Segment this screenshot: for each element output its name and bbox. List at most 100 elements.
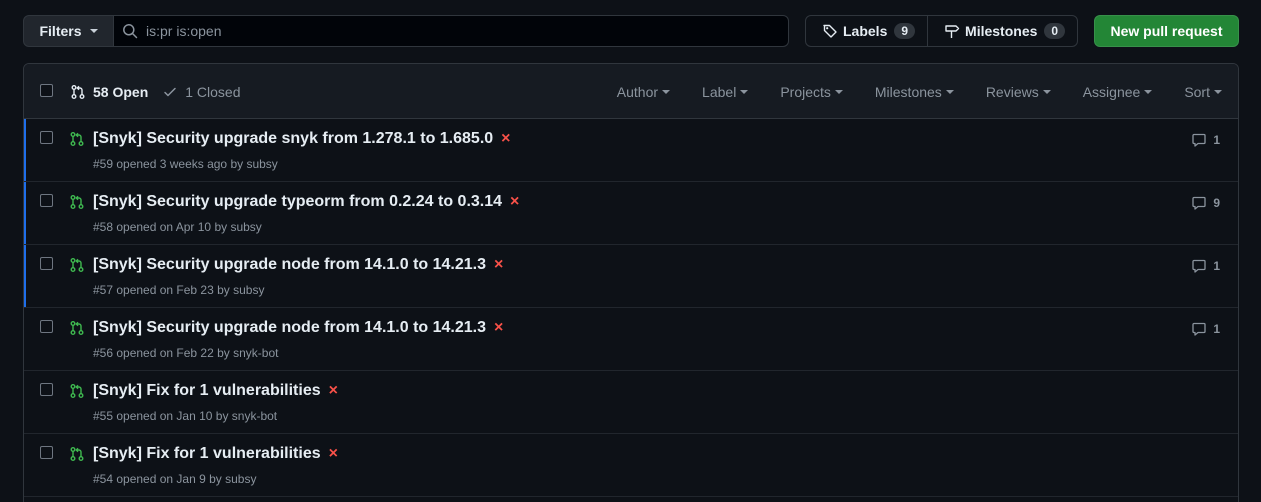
filter-menus: Author Label Projects Milestones Reviews… [601, 64, 1238, 119]
unread-indicator [24, 182, 26, 244]
select-all-checkbox[interactable] [40, 84, 53, 97]
search-input[interactable] [146, 23, 746, 39]
comment-count: 1 [1213, 322, 1220, 336]
comments-link[interactable]: 1 [1191, 132, 1220, 148]
row-checkbox[interactable] [40, 446, 53, 459]
labels-button-label: Labels [843, 23, 888, 39]
checks-failed-icon[interactable]: × [501, 130, 510, 148]
chevron-down-icon [740, 89, 749, 94]
pull-request-row: [Snyk] Security upgrade snyk from 1.278.… [24, 119, 1238, 182]
pull-request-open-icon [70, 132, 84, 146]
label-menu-label: Label [702, 83, 737, 100]
sort-menu-label: Sort [1184, 83, 1210, 100]
checks-failed-icon[interactable]: × [329, 445, 338, 463]
pr-status-icon [69, 320, 85, 339]
pr-title: [Snyk] Security upgrade snyk from 1.278.… [93, 130, 494, 147]
comment-count: 1 [1213, 133, 1220, 147]
chevron-down-icon [1144, 89, 1153, 94]
row-checkbox[interactable] [40, 383, 53, 396]
pr-status-icon [69, 131, 85, 150]
list-header: 58 Open 1 Closed Author Label Projects M… [24, 64, 1238, 119]
comments-link[interactable]: 1 [1191, 258, 1220, 274]
filters-button-label: Filters [39, 23, 82, 39]
comment-icon [1192, 322, 1206, 336]
pull-request-open-icon [70, 195, 84, 209]
pr-title-link[interactable]: [Snyk] Security upgrade node from 14.1.0… [93, 319, 503, 337]
row-checkbox[interactable] [40, 131, 53, 144]
pull-request-open-icon [70, 258, 84, 272]
comment-count: 9 [1213, 196, 1220, 210]
pr-status-icon [69, 446, 85, 465]
pr-meta: #56 opened on Feb 22 by snyk-bot [93, 346, 279, 360]
chevron-down-icon [662, 89, 671, 94]
pull-request-list: 58 Open 1 Closed Author Label Projects M… [23, 63, 1239, 502]
comments-link[interactable]: 1 [1191, 321, 1220, 337]
pr-title-link[interactable]: [Snyk] Security upgrade typeorm from 0.2… [93, 193, 519, 211]
pull-request-row: [Snyk] Security upgrade node from 14.1.0… [24, 308, 1238, 371]
sort-menu[interactable]: Sort [1168, 84, 1238, 100]
pr-meta: #59 opened 3 weeks ago by subsy [93, 157, 278, 171]
check-icon [164, 87, 176, 96]
milestones-menu-label: Milestones [874, 83, 942, 100]
pr-title-link[interactable]: [Snyk] Security upgrade node from 14.1.0… [93, 256, 503, 274]
milestones-count: 0 [1044, 23, 1066, 39]
pr-title-link[interactable]: [Snyk] Fix for 1 vulnerabilities × [93, 445, 338, 463]
checks-failed-icon[interactable]: × [510, 193, 519, 211]
closed-filter[interactable]: 1 Closed [162, 83, 241, 100]
labels-count: 9 [894, 23, 916, 39]
chevron-down-icon [1042, 89, 1051, 94]
pull-request-open-icon [70, 321, 84, 335]
comment-count: 1 [1213, 259, 1220, 273]
pr-status-icon [69, 383, 85, 402]
pr-title: [Snyk] Fix for 1 vulnerabilities [93, 382, 321, 399]
pr-status-icon [69, 257, 85, 276]
pr-meta: #55 opened on Jan 10 by snyk-bot [93, 409, 278, 423]
milestones-button[interactable]: Milestones 0 [927, 16, 1077, 46]
milestones-menu[interactable]: Milestones [859, 84, 970, 100]
checks-failed-icon[interactable]: × [329, 382, 338, 400]
pr-title-link[interactable]: [Snyk] Fix for 1 vulnerabilities × [93, 382, 338, 400]
row-checkbox[interactable] [40, 194, 53, 207]
pr-status-icon [69, 194, 85, 213]
comment-icon [1192, 259, 1206, 273]
comment-icon [1192, 133, 1206, 147]
milestones-button-label: Milestones [965, 23, 1038, 39]
comments-link[interactable]: 9 [1191, 195, 1220, 211]
milestone-icon [945, 25, 960, 38]
row-checkbox[interactable] [40, 320, 53, 333]
reviews-menu[interactable]: Reviews [970, 84, 1067, 100]
filters-button[interactable]: Filters [23, 15, 114, 47]
new-pull-request-button[interactable]: New pull request [1094, 15, 1239, 47]
unread-indicator [24, 119, 26, 181]
row-checkbox[interactable] [40, 257, 53, 270]
open-filter[interactable]: 58 Open [70, 84, 148, 100]
assignee-menu[interactable]: Assignee [1067, 84, 1169, 100]
chevron-down-icon [945, 89, 954, 94]
checks-failed-icon[interactable]: × [494, 256, 503, 274]
reviews-menu-label: Reviews [985, 83, 1039, 100]
state-toggle: 58 Open 1 Closed [70, 64, 241, 119]
labels-milestones-group: Labels 9 Milestones 0 [805, 15, 1078, 47]
pull-request-row: [Snyk] Fix for 1 vulnerabilities × #55 ope… [24, 371, 1238, 434]
pr-meta: #54 opened on Jan 9 by subsy [93, 472, 257, 486]
pull-request-row: [Snyk] Security upgrade node from 14.1.0… [24, 245, 1238, 308]
search-icon [123, 24, 138, 39]
label-menu[interactable]: Label [686, 84, 764, 100]
open-count-label: 58 Open [93, 83, 149, 100]
comment-icon [1192, 196, 1206, 210]
unread-indicator [24, 245, 26, 307]
pr-title-link[interactable]: [Snyk] Security upgrade snyk from 1.278.… [93, 130, 511, 148]
top-toolbar: Filters Labels 9 Milestones 0 New pull r… [23, 15, 1239, 47]
projects-menu-label: Projects [780, 83, 831, 100]
search-field[interactable] [114, 15, 789, 47]
pull-request-row: [Snyk] Fix for 1 vulnerabilities × #54 ope… [24, 434, 1238, 497]
projects-menu[interactable]: Projects [764, 84, 859, 100]
author-menu[interactable]: Author [601, 84, 686, 100]
closed-count-label: 1 Closed [185, 83, 241, 100]
pull-request-row: [Snyk] Security upgrade typeorm from 0.2… [24, 182, 1238, 245]
checks-failed-icon[interactable]: × [494, 319, 503, 337]
labels-button[interactable]: Labels 9 [806, 16, 927, 46]
author-menu-label: Author [616, 83, 659, 100]
pr-title: [Snyk] Fix for 1 vulnerabilities [93, 445, 321, 462]
assignee-menu-label: Assignee [1082, 83, 1141, 100]
